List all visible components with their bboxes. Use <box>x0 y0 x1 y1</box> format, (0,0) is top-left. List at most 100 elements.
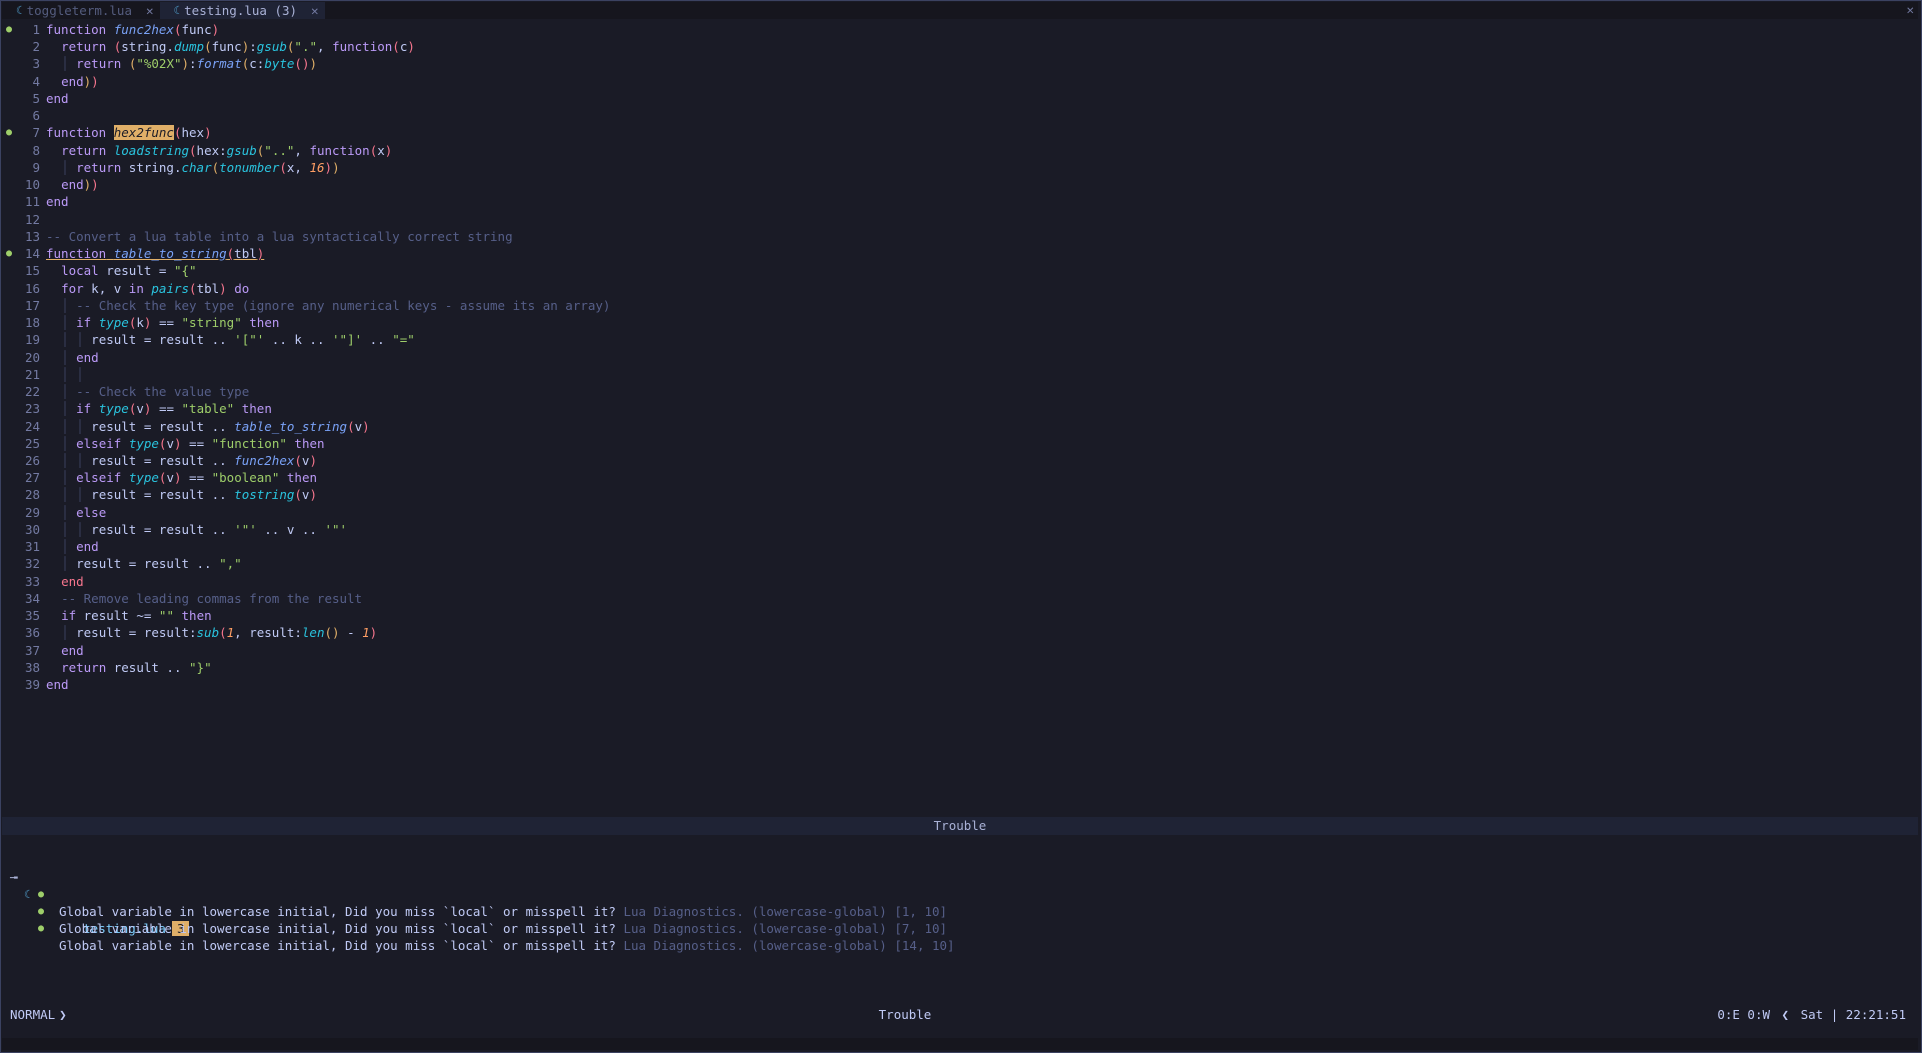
code-line[interactable]: 3 │ return ("%02X"):format(c:byte()) <box>2 55 1918 72</box>
code-line[interactable]: 4 end)) <box>2 73 1918 90</box>
code-line[interactable]: 30 │ │ result = result .. '"' .. v .. '"… <box>2 521 1918 538</box>
code-text: return loadstring(hex:gsub("..", functio… <box>61 142 393 158</box>
diagnostic-message: Global variable in lowercase initial, Di… <box>59 921 616 936</box>
code-line[interactable]: 24 │ │ result = result .. table_to_strin… <box>2 418 1918 435</box>
info-icon: ● <box>38 923 45 934</box>
line-number: 13 <box>24 228 40 244</box>
line-number: 23 <box>24 401 40 417</box>
line-number: 7 <box>32 125 40 141</box>
command-line[interactable] <box>2 1038 1918 1050</box>
code-line[interactable]: 21 │ │ <box>2 366 1918 383</box>
close-icon[interactable]: ✕ <box>146 3 154 18</box>
code-text: -- Convert a lua table into a lua syntac… <box>46 228 513 244</box>
code-line[interactable]: 17 │ -- Check the key type (ignore any n… <box>2 297 1918 314</box>
code-line[interactable]: 18 │ if type(k) == "string" then <box>2 314 1918 331</box>
code-line[interactable]: ● 14 function table_to_string(tbl) <box>2 245 1918 262</box>
code-editor[interactable]: ● 1 function func2hex(func) 2 return (strin… <box>2 21 1918 814</box>
line-number: 15 <box>24 263 40 279</box>
line-number: 22 <box>24 384 40 400</box>
lua-file-icon: ☾ <box>16 4 23 17</box>
code-line[interactable]: 13 -- Convert a lua table into a lua synt… <box>2 228 1918 245</box>
tab-toggleterm[interactable]: ☾ toggleterm.lua ✕ <box>2 2 160 19</box>
code-line[interactable]: 12 <box>2 211 1918 228</box>
code-line[interactable]: ● 1 function func2hex(func) <box>2 21 1918 38</box>
code-line[interactable]: 2 return (string.dump(func):gsub(".", fu… <box>2 38 1918 55</box>
code-line[interactable]: 34 -- Remove leading commas from the res… <box>2 590 1918 607</box>
line-number: 2 <box>32 39 40 55</box>
line-number: 21 <box>24 366 40 382</box>
code-line[interactable]: 6 <box>2 107 1918 124</box>
code-line[interactable]: 9 │ return string.char(tonumber(x, 16)) <box>2 159 1918 176</box>
code-text: │ return ("%02X"):format(c:byte()) <box>61 56 318 72</box>
trouble-item[interactable]: ● Global variable in lowercase initial, … <box>2 903 1918 953</box>
code-line[interactable]: 37 end <box>2 642 1918 659</box>
diagnostic-position: [7, 10] <box>894 921 948 936</box>
code-line[interactable]: 26 │ │ result = result .. func2hex(v) <box>2 452 1918 469</box>
code-text: │ return string.char(tonumber(x, 16)) <box>61 159 340 175</box>
trouble-panel[interactable]: ╼ ☾ testing.lua 3 ● Global variable in lo… <box>2 852 1918 953</box>
window-close-icon[interactable]: ✕ <box>1906 2 1914 17</box>
line-number: 1 <box>32 22 40 37</box>
chevron-left-icon: ❮ <box>1781 1007 1790 1022</box>
code-line[interactable]: 25 │ elseif type(v) == "function" then <box>2 435 1918 452</box>
trouble-file-row[interactable]: ╼ ☾ testing.lua 3 <box>2 852 1918 936</box>
diagnostic-summary: 0:E 0:W <box>1717 1007 1771 1022</box>
code-line[interactable]: 19 │ │ result = result .. '["' .. k .. '… <box>2 331 1918 348</box>
code-line[interactable]: 16 for k, v in pairs(tbl) do <box>2 280 1918 297</box>
code-text: │ end <box>61 539 99 555</box>
status-line: NORMAL ❯ Trouble 0:E 0:W ❮ Sat | 22:21:51 <box>2 1005 1918 1024</box>
code-text: end <box>46 677 69 693</box>
code-text: │ if type(v) == "table" then <box>61 401 272 417</box>
tab-testing[interactable]: ☾ testing.lua (3) ✕ <box>159 2 325 19</box>
line-number: 28 <box>24 487 40 503</box>
code-line[interactable]: 15 local result = "{" <box>2 262 1918 279</box>
code-text: │ │ <box>61 366 84 382</box>
line-number: 27 <box>24 470 40 486</box>
code-line[interactable]: 39 end <box>2 676 1918 693</box>
code-line[interactable]: 35 if result ~= "" then <box>2 607 1918 624</box>
code-text: │ end <box>61 349 99 365</box>
line-number: 32 <box>24 556 40 572</box>
code-line[interactable]: 38 return result .. "}" <box>2 659 1918 676</box>
code-line[interactable]: 20 │ end <box>2 349 1918 366</box>
code-line[interactable]: 27 │ elseif type(v) == "boolean" then <box>2 469 1918 486</box>
trouble-item[interactable]: ● Global variable in lowercase initial, … <box>2 869 1918 919</box>
code-line[interactable]: 36 │ result = result:sub(1, result:len()… <box>2 624 1918 641</box>
code-text: -- Remove leading commas from the result <box>61 590 363 606</box>
line-number: 5 <box>32 90 40 106</box>
code-text: if result ~= "" then <box>61 608 212 624</box>
line-number: 18 <box>24 315 40 331</box>
line-number: 34 <box>24 590 40 606</box>
close-icon[interactable]: ✕ <box>311 3 319 18</box>
trouble-panel-title: Trouble <box>2 817 1918 835</box>
code-line[interactable]: 28 │ │ result = result .. tostring(v) <box>2 486 1918 503</box>
trouble-item[interactable]: ● Global variable in lowercase initial, … <box>2 886 1918 936</box>
code-line[interactable]: 10 end)) <box>2 176 1918 193</box>
code-line[interactable]: 32 │ result = result .. "," <box>2 555 1918 572</box>
code-text: │ │ result = result .. '["' .. k .. '"]'… <box>61 332 415 348</box>
code-text: end)) <box>61 73 99 89</box>
line-number: 14 <box>24 246 40 262</box>
line-number: 31 <box>24 539 40 555</box>
diagnostic-source: Lua Diagnostics. (lowercase-global) <box>623 938 887 953</box>
code-line[interactable]: 8 return loadstring(hex:gsub("..", funct… <box>2 142 1918 159</box>
status-day: Sat <box>1800 1007 1824 1022</box>
code-line[interactable]: 23 │ if type(v) == "table" then <box>2 400 1918 417</box>
code-text: end <box>46 90 69 106</box>
code-line[interactable]: 29 │ else <box>2 504 1918 521</box>
code-line[interactable]: 5 end <box>2 90 1918 107</box>
line-number: 10 <box>24 177 40 193</box>
line-number: 33 <box>24 573 40 589</box>
code-line[interactable]: 31 │ end <box>2 538 1918 555</box>
code-line[interactable]: ● 7 function hex2func(hex) <box>2 124 1918 141</box>
code-text: for k, v in pairs(tbl) do <box>61 280 250 296</box>
line-number: 11 <box>24 194 40 210</box>
line-number: 20 <box>24 349 40 365</box>
code-line[interactable]: 11 end <box>2 193 1918 210</box>
line-number: 30 <box>24 521 40 537</box>
code-line[interactable]: 33 end <box>2 573 1918 590</box>
code-line[interactable]: 22 │ -- Check the value type <box>2 383 1918 400</box>
lua-file-icon: ☾ <box>173 4 181 17</box>
status-separator: | <box>1830 1007 1839 1022</box>
line-number: 19 <box>24 332 40 348</box>
